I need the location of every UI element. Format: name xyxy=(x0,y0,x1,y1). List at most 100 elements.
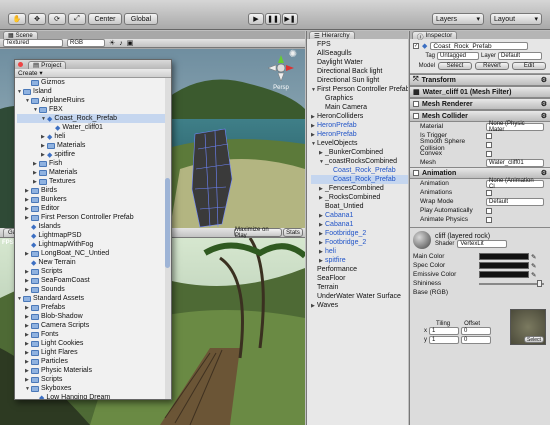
scale-tool-button[interactable]: ⤢ xyxy=(68,13,86,25)
hierarchy-item[interactable]: ▶ HeronPrefab xyxy=(311,130,408,139)
gear-icon[interactable]: ⚙ xyxy=(541,100,547,108)
pivot-global-button[interactable]: Global xyxy=(124,13,158,25)
project-item[interactable]: ▶ ◆ spitfire xyxy=(17,150,171,159)
hierarchy-item[interactable]: UnderWater Water Surface xyxy=(311,292,408,301)
shader-dropdown[interactable]: VertexLit xyxy=(457,239,508,248)
project-item[interactable]: ◆ Water_cliff01 xyxy=(17,123,171,132)
project-item[interactable]: ▼ ◆ Coast_Rock_Prefab xyxy=(17,114,171,123)
project-item[interactable]: ▶ Light Flares xyxy=(17,348,171,357)
project-item[interactable]: ▶ Light Cookies xyxy=(17,339,171,348)
project-item[interactable]: ◆ LightmapWithFog xyxy=(17,240,171,249)
close-icon[interactable] xyxy=(18,62,23,67)
revert-button[interactable]: Revert xyxy=(475,62,509,70)
project-scroll-thumb[interactable] xyxy=(165,178,170,268)
gear-icon[interactable]: ⚙ xyxy=(541,169,547,177)
color-mode-dropdown[interactable]: RGB xyxy=(67,39,105,47)
anim_fields-field-value[interactable]: Default xyxy=(486,197,544,206)
project-item[interactable]: ▶ Scripts xyxy=(17,375,171,384)
mesh-renderer-header[interactable]: Mesh Renderer ⚙ xyxy=(410,98,550,110)
project-item[interactable]: Gizmos xyxy=(17,78,171,87)
layout-dropdown[interactable]: Layout ▾ xyxy=(490,13,542,25)
color-swatch[interactable] xyxy=(479,271,529,278)
animation-checkbox[interactable] xyxy=(413,170,419,176)
hierarchy-item[interactable]: ▶ HeronColliders xyxy=(311,112,408,121)
shininess-handle[interactable] xyxy=(537,279,542,287)
hierarchy-item[interactable]: SeaFloor xyxy=(311,274,408,283)
hierarchy-item[interactable]: ▶ HeronPrefab xyxy=(311,121,408,130)
render-mode-dropdown[interactable]: Textured xyxy=(3,39,63,47)
hierarchy-item[interactable]: Coast_Rock_Prefab xyxy=(311,175,408,184)
collider_fields-checkbox[interactable] xyxy=(486,132,492,139)
project-item[interactable]: ▶ Materials xyxy=(17,141,171,150)
tag-dropdown[interactable]: Untagged xyxy=(437,52,479,60)
scene-sound-icon[interactable]: ♪ xyxy=(119,40,123,47)
hierarchy-item[interactable]: Directional Back light xyxy=(311,67,408,76)
hierarchy-item[interactable]: Boat_Untied xyxy=(311,202,408,211)
maximize-on-play-toggle[interactable]: Maximize on Play xyxy=(234,227,282,239)
layer-dropdown[interactable]: Default xyxy=(498,52,543,60)
project-item[interactable]: ◆ LightmapPSD xyxy=(17,231,171,240)
hierarchy-item[interactable]: ▶ heli xyxy=(311,247,408,256)
project-item[interactable]: ▶ First Person Controller Prefab xyxy=(17,213,171,222)
pause-button[interactable]: ❚❚ xyxy=(265,13,281,25)
project-item[interactable]: ▶ Fish xyxy=(17,159,171,168)
mesh-collider-checkbox[interactable] xyxy=(413,113,419,119)
hierarchy-item[interactable]: Graphics xyxy=(311,94,408,103)
collider_fields-checkbox[interactable] xyxy=(486,141,492,148)
scene-image-icon[interactable]: ▣ xyxy=(127,39,134,47)
hierarchy-item[interactable]: Coast_Rock_Prefab xyxy=(311,166,408,175)
hierarchy-item[interactable]: Directional Sun light xyxy=(311,76,408,85)
hierarchy-item[interactable]: ▶ Footbridge_2 xyxy=(311,229,408,238)
collider_fields-field-value[interactable]: Water_cliff01 xyxy=(486,158,544,167)
step-button[interactable]: ▶❚ xyxy=(282,13,298,25)
project-item[interactable]: ▶ ◆ heli xyxy=(17,132,171,141)
hierarchy-item[interactable]: ▶ Cabana1 xyxy=(311,220,408,229)
collider_fields-field-value[interactable]: None (Physic Mater xyxy=(486,121,544,133)
hierarchy-item[interactable]: ▼ _coastRocksCombined xyxy=(311,157,408,166)
base-texture-thumbnail[interactable]: Select xyxy=(510,309,546,345)
project-item[interactable]: ▼ FBX xyxy=(17,105,171,114)
tab-hierarchy[interactable]: ☰ Hierarchy xyxy=(309,31,355,40)
move-tool-button[interactable]: ✥ xyxy=(28,13,46,25)
stats-toggle[interactable]: Stats xyxy=(283,228,303,237)
hand-tool-button[interactable]: ✋ xyxy=(8,13,26,25)
project-item[interactable]: ▶ Editor xyxy=(17,204,171,213)
shininess-slider[interactable] xyxy=(479,279,544,287)
hierarchy-item[interactable]: ▶ Footbridge_2 xyxy=(311,238,408,247)
hierarchy-item[interactable]: Daylight Water xyxy=(311,58,408,67)
anim_fields-checkbox[interactable] xyxy=(486,216,492,223)
active-checkbox[interactable]: ✓ xyxy=(413,43,419,49)
tiling-y-field[interactable]: 1 xyxy=(429,336,459,344)
project-item[interactable]: ▶ Fonts xyxy=(17,330,171,339)
eyedropper-icon[interactable]: ✎ xyxy=(531,271,536,279)
hierarchy-item[interactable]: Performance xyxy=(311,265,408,274)
project-item[interactable]: ▶ Materials xyxy=(17,168,171,177)
project-scrollbar[interactable] xyxy=(165,78,171,399)
select-model-button[interactable]: Select xyxy=(438,62,472,70)
eyedropper-icon[interactable]: ✎ xyxy=(531,262,536,270)
color-swatch[interactable] xyxy=(479,253,529,260)
project-item[interactable]: ▶ Scripts xyxy=(17,267,171,276)
project-item[interactable]: ▶ Textures xyxy=(17,177,171,186)
project-item[interactable]: ▼ Standard Assets xyxy=(17,294,171,303)
project-item[interactable]: ▶ Physic Materials xyxy=(17,366,171,375)
collider_fields-checkbox[interactable] xyxy=(486,150,492,157)
project-item[interactable]: ▶ Sounds xyxy=(17,285,171,294)
project-item[interactable]: ▼ Skyboxes xyxy=(17,384,171,393)
object-name-field[interactable]: Coast_Rock_Prefab xyxy=(430,42,529,50)
transform-header[interactable]: ⤧ Transform ⚙ xyxy=(410,74,550,86)
scene-light-icon[interactable]: ☀ xyxy=(109,39,115,47)
project-item[interactable]: ▶ Particles xyxy=(17,357,171,366)
project-item[interactable]: ▶ Camera Scripts xyxy=(17,321,171,330)
anim_fields-field-value[interactable]: None (Animation Cl xyxy=(486,178,544,190)
layers-dropdown[interactable]: Layers ▾ xyxy=(432,13,484,25)
hierarchy-item[interactable]: Terrain xyxy=(311,283,408,292)
hierarchy-item[interactable]: ▶ Cabana1 xyxy=(311,211,408,220)
tiling-x-field[interactable]: 1 xyxy=(429,327,459,335)
project-item[interactable]: ▶ LongBoat_NC_Untied xyxy=(17,249,171,258)
mesh-renderer-checkbox[interactable] xyxy=(413,101,419,107)
tab-project[interactable]: ▤ Project xyxy=(28,60,67,69)
hierarchy-item[interactable]: ▶ _BunkerCombined xyxy=(311,148,408,157)
project-item[interactable]: ▶ Birds xyxy=(17,186,171,195)
hierarchy-item[interactable]: Main Camera xyxy=(311,103,408,112)
